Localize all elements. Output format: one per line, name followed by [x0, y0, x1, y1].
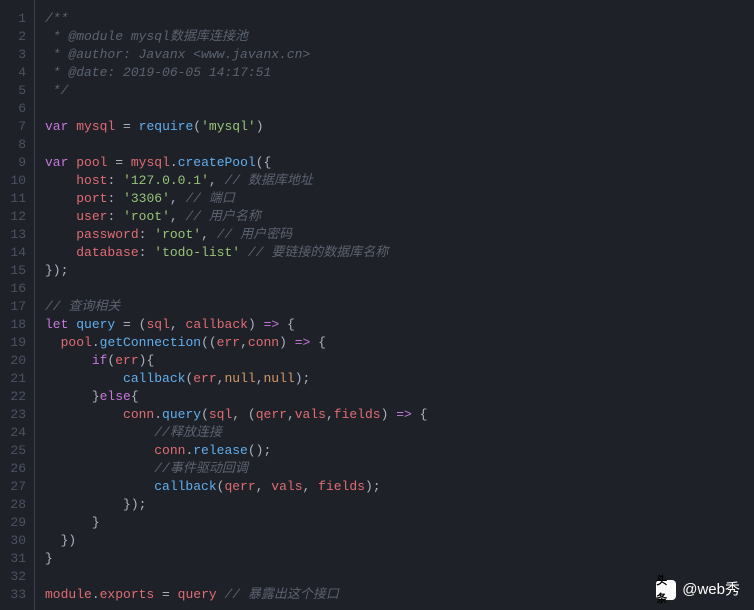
code-line[interactable]: database: 'todo-list' // 要链接的数据库名称 — [45, 244, 754, 262]
code-line[interactable]: //事件驱动回调 — [45, 460, 754, 478]
code-line[interactable]: }else{ — [45, 388, 754, 406]
code-line[interactable]: user: 'root', // 用户名称 — [45, 208, 754, 226]
line-number: 4 — [0, 64, 26, 82]
line-number: 23 — [0, 406, 26, 424]
line-number: 19 — [0, 334, 26, 352]
line-number: 30 — [0, 532, 26, 550]
code-line[interactable] — [45, 136, 754, 154]
code-line[interactable]: callback(err,null,null); — [45, 370, 754, 388]
line-number: 25 — [0, 442, 26, 460]
line-number: 28 — [0, 496, 26, 514]
line-number: 7 — [0, 118, 26, 136]
line-number: 10 — [0, 172, 26, 190]
code-line[interactable]: module.exports = query // 暴露出这个接口 — [45, 586, 754, 604]
line-number: 18 — [0, 316, 26, 334]
line-number: 21 — [0, 370, 26, 388]
code-line[interactable]: port: '3306', // 端口 — [45, 190, 754, 208]
line-number: 27 — [0, 478, 26, 496]
code-line[interactable]: //释放连接 — [45, 424, 754, 442]
code-line[interactable]: /** — [45, 10, 754, 28]
code-area[interactable]: /** * @module mysql数据库连接池 * @author: Jav… — [35, 0, 754, 610]
code-line[interactable]: callback(qerr, vals, fields); — [45, 478, 754, 496]
code-line[interactable]: var mysql = require('mysql') — [45, 118, 754, 136]
code-line[interactable]: * @module mysql数据库连接池 — [45, 28, 754, 46]
code-editor: 1234567891011121314151617181920212223242… — [0, 0, 754, 610]
code-line[interactable]: }) — [45, 532, 754, 550]
line-number: 11 — [0, 190, 26, 208]
line-number: 8 — [0, 136, 26, 154]
line-number: 17 — [0, 298, 26, 316]
code-line[interactable]: // 查询相关 — [45, 298, 754, 316]
code-line[interactable]: conn.release(); — [45, 442, 754, 460]
line-number: 14 — [0, 244, 26, 262]
code-line[interactable]: * @date: 2019-06-05 14:17:51 — [45, 64, 754, 82]
code-line[interactable]: * @author: Javanx <www.javanx.cn> — [45, 46, 754, 64]
line-number: 6 — [0, 100, 26, 118]
line-number-gutter: 1234567891011121314151617181920212223242… — [0, 0, 35, 610]
line-number: 3 — [0, 46, 26, 64]
watermark-logo-icon: 头条 — [656, 580, 676, 600]
line-number: 20 — [0, 352, 26, 370]
line-number: 13 — [0, 226, 26, 244]
code-line[interactable]: host: '127.0.0.1', // 数据库地址 — [45, 172, 754, 190]
watermark-handle: @web秀 — [682, 581, 740, 599]
line-number: 16 — [0, 280, 26, 298]
code-line[interactable]: conn.query(sql, (qerr,vals,fields) => { — [45, 406, 754, 424]
code-line[interactable]: let query = (sql, callback) => { — [45, 316, 754, 334]
code-line[interactable]: }); — [45, 262, 754, 280]
code-line[interactable] — [45, 568, 754, 586]
line-number: 12 — [0, 208, 26, 226]
line-number: 33 — [0, 586, 26, 604]
code-line[interactable]: if(err){ — [45, 352, 754, 370]
line-number: 9 — [0, 154, 26, 172]
code-line[interactable] — [45, 280, 754, 298]
line-number: 5 — [0, 82, 26, 100]
line-number: 1 — [0, 10, 26, 28]
line-number: 31 — [0, 550, 26, 568]
code-line[interactable] — [45, 100, 754, 118]
line-number: 15 — [0, 262, 26, 280]
line-number: 26 — [0, 460, 26, 478]
watermark: 头条 @web秀 — [656, 580, 740, 600]
line-number: 32 — [0, 568, 26, 586]
code-line[interactable]: */ — [45, 82, 754, 100]
code-line[interactable]: var pool = mysql.createPool({ — [45, 154, 754, 172]
code-line[interactable]: }); — [45, 496, 754, 514]
line-number: 22 — [0, 388, 26, 406]
line-number: 24 — [0, 424, 26, 442]
code-line[interactable]: pool.getConnection((err,conn) => { — [45, 334, 754, 352]
code-line[interactable]: } — [45, 514, 754, 532]
code-line[interactable]: password: 'root', // 用户密码 — [45, 226, 754, 244]
line-number: 2 — [0, 28, 26, 46]
line-number: 29 — [0, 514, 26, 532]
code-line[interactable]: } — [45, 550, 754, 568]
